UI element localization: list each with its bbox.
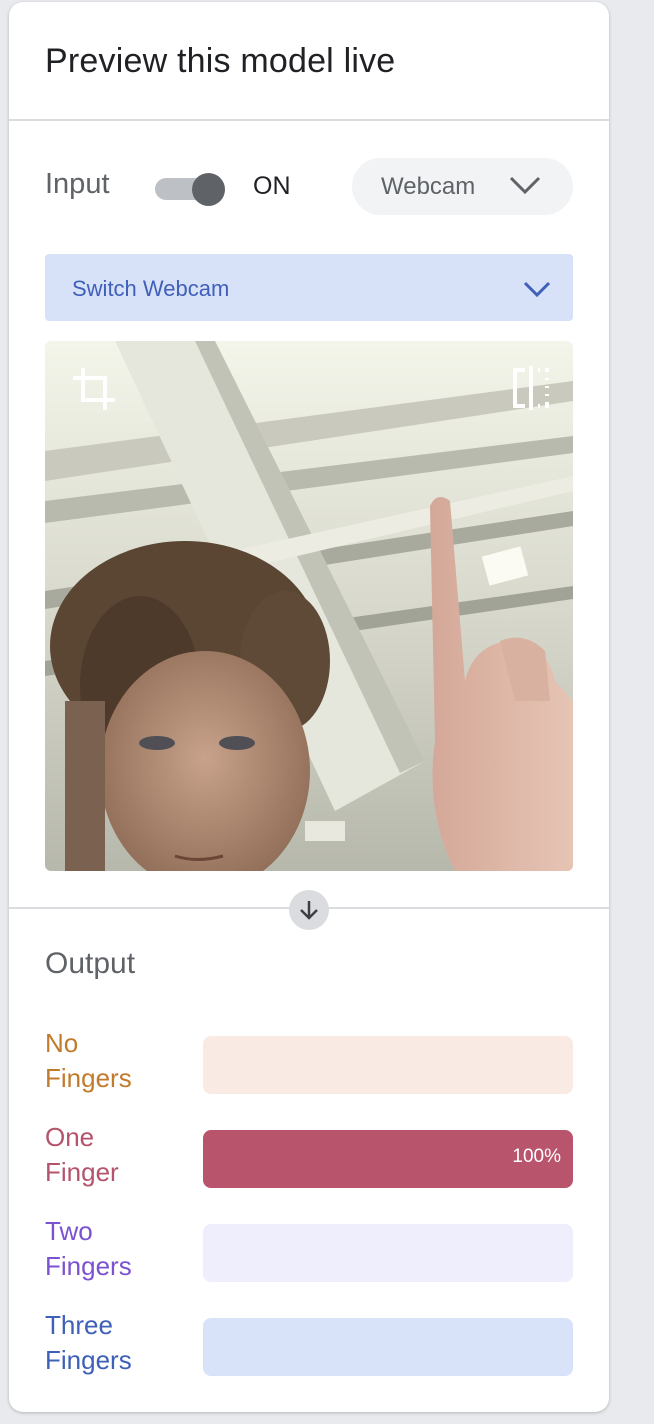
- class-label-line1: One: [45, 1122, 95, 1152]
- switch-webcam-dropdown[interactable]: Switch Webcam: [45, 254, 573, 321]
- output-title: Output: [45, 947, 136, 980]
- class-label-line2: Fingers: [45, 1345, 132, 1375]
- toggle-thumb: [192, 173, 225, 206]
- input-source-dropdown[interactable]: Webcam: [352, 158, 573, 215]
- flow-arrow: [289, 890, 329, 930]
- class-label: Three Fingers: [45, 1308, 185, 1378]
- input-controls: Input ON Webcam: [45, 158, 573, 216]
- confidence-bar: [203, 1036, 573, 1094]
- flip-icon[interactable]: [511, 366, 551, 410]
- switch-webcam-label: Switch Webcam: [72, 276, 230, 301]
- class-row: Three Fingers: [45, 1308, 573, 1388]
- class-label: Two Fingers: [45, 1214, 185, 1284]
- confidence-bar: [203, 1224, 573, 1282]
- class-label-line1: Three: [45, 1310, 113, 1340]
- class-row: No Fingers: [45, 1026, 573, 1106]
- confidence-bar: [203, 1318, 573, 1376]
- panel-header: Preview this model live: [9, 2, 609, 121]
- chevron-down-icon: [509, 176, 541, 195]
- class-label-line1: No: [45, 1028, 79, 1058]
- confidence-percent: 100%: [512, 1146, 561, 1167]
- toggle-state-label: ON: [253, 172, 291, 200]
- class-label-line2: Fingers: [45, 1251, 132, 1281]
- class-label: One Finger: [45, 1120, 185, 1190]
- class-label-line2: Finger: [45, 1157, 119, 1187]
- class-label: No Fingers: [45, 1026, 185, 1096]
- crop-icon[interactable]: [71, 366, 117, 412]
- arrow-down-icon: [300, 901, 318, 920]
- webcam-preview: [45, 341, 573, 871]
- class-label-line1: Two: [45, 1216, 93, 1246]
- input-label: Input: [45, 168, 110, 200]
- chevron-down-icon: [523, 281, 551, 298]
- class-label-line2: Fingers: [45, 1063, 132, 1093]
- class-row: One Finger 100%: [45, 1120, 573, 1200]
- confidence-bar: 100%: [203, 1130, 573, 1188]
- panel-title: Preview this model live: [45, 42, 396, 80]
- webcam-feed-image: [45, 341, 573, 871]
- input-source-label: Webcam: [381, 173, 476, 200]
- input-toggle[interactable]: [155, 173, 227, 206]
- preview-panel: Preview this model live Input ON Webcam …: [9, 2, 609, 1412]
- class-row: Two Fingers: [45, 1214, 573, 1294]
